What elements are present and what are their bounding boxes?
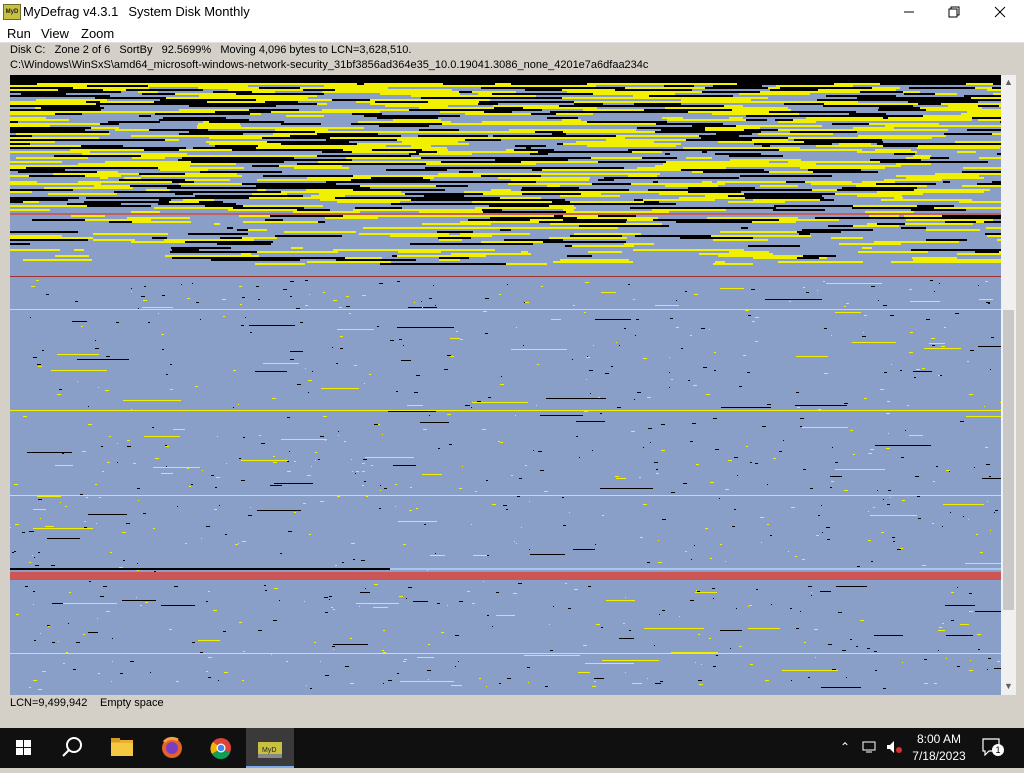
chevron-up-icon[interactable]: ⌃ [840, 740, 850, 754]
notification-count: 1 [992, 744, 1004, 756]
cluster-description: Empty space [100, 697, 164, 709]
chrome-icon[interactable] [197, 728, 245, 768]
vertical-scrollbar[interactable]: ▲ ▼ [1001, 75, 1016, 695]
clock-date: 7/18/2023 [912, 749, 966, 763]
windows-start-icon[interactable] [0, 728, 48, 768]
clock-time: 8:00 AM [916, 732, 962, 746]
close-button[interactable] [976, 0, 1022, 24]
menu-view[interactable]: View [41, 26, 69, 41]
maximize-button[interactable] [930, 0, 976, 24]
volume-muted-icon[interactable] [886, 740, 904, 754]
menu-bar: Run View Zoom [0, 24, 1024, 43]
status-panel: Disk C: Zone 2 of 6 SortBy 92.5699% Movi… [0, 43, 1024, 75]
svg-text:MyD: MyD [262, 747, 276, 754]
mydefrag-app-icon[interactable]: MyD [3, 4, 21, 20]
clock[interactable]: 8:00 AM 7/18/2023 [904, 731, 974, 765]
current-file-path: C:\Windows\WinSxS\amd64_microsoft-window… [10, 59, 649, 71]
disk-map[interactable] [10, 75, 1001, 695]
bottom-status-bar: LCN=9,499,942 Empty space [0, 695, 1024, 728]
mydefrag-icon[interactable]: MyD [246, 728, 294, 768]
disk-status-line: Disk C: Zone 2 of 6 SortBy 92.5699% Movi… [10, 44, 412, 56]
firefox-icon[interactable] [148, 728, 196, 768]
network-icon[interactable] [862, 740, 878, 754]
lcn-readout: LCN=9,499,942 [10, 697, 88, 709]
script-name: System Disk Monthly [128, 4, 250, 19]
window-title: MyDefrag v4.3.1 System Disk Monthly [23, 4, 250, 19]
scroll-up-icon[interactable]: ▲ [1004, 77, 1013, 87]
menu-run[interactable]: Run [7, 26, 31, 41]
title-bar[interactable]: MyD MyDefrag v4.3.1 System Disk Monthly [0, 0, 1024, 24]
file-explorer-icon[interactable] [98, 728, 146, 768]
scroll-down-icon[interactable]: ▼ [1004, 681, 1013, 691]
notification-center-icon[interactable]: 1 [982, 738, 1004, 757]
scroll-thumb[interactable] [1003, 310, 1014, 610]
disk-map-canvas [10, 75, 1001, 695]
close-icon [994, 6, 1006, 18]
app-name: MyDefrag v4.3.1 [23, 4, 119, 19]
restore-icon [948, 6, 960, 18]
menu-zoom[interactable]: Zoom [81, 26, 114, 41]
minimize-icon [904, 11, 914, 13]
search-icon[interactable] [48, 728, 96, 768]
taskbar: MyD ⌃ 8:00 AM 7/18/2023 1 [0, 728, 1024, 768]
minimize-button[interactable] [885, 0, 931, 24]
